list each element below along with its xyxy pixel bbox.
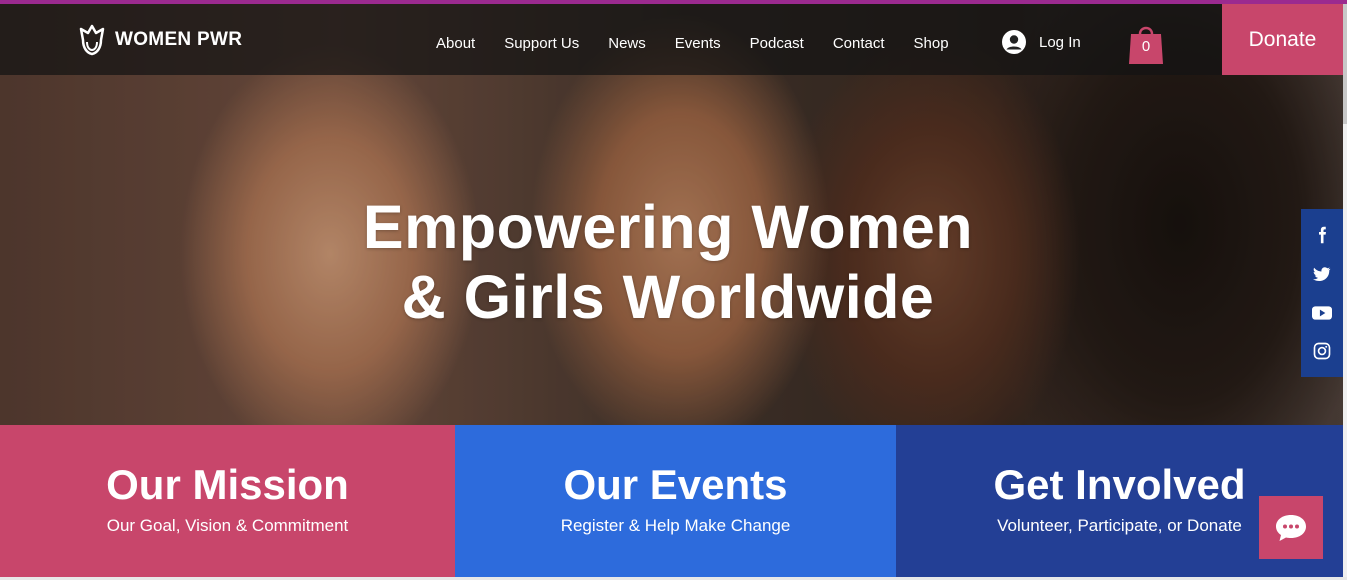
nav-item-support-us[interactable]: Support Us — [504, 35, 579, 52]
nav-item-about[interactable]: About — [436, 35, 475, 52]
hero-headline: Empowering Women & Girls Worldwide — [300, 192, 1036, 332]
twitter-icon[interactable] — [1313, 265, 1331, 283]
chat-bubble-icon — [1276, 514, 1306, 541]
nav-item-events[interactable]: Events — [675, 35, 721, 52]
hero-headline-line-1: Empowering Women — [362, 193, 974, 261]
page-scrollbar-thumb[interactable] — [1343, 4, 1347, 124]
facebook-icon[interactable] — [1313, 226, 1331, 244]
mission-subtitle: Our Goal, Vision & Commitment — [106, 516, 349, 535]
chat-button[interactable] — [1259, 496, 1323, 559]
events-subtitle: Register & Help Make Change — [560, 516, 791, 535]
mission-title: Our Mission — [106, 461, 349, 508]
events-title: Our Events — [563, 461, 788, 508]
cart-button[interactable]: 0 — [1129, 22, 1163, 66]
hero-headline-line-2: & Girls Worldwide — [401, 263, 935, 331]
login-button[interactable]: Log In — [1002, 30, 1081, 54]
donate-button[interactable]: Donate — [1222, 4, 1343, 75]
login-label: Log In — [1039, 33, 1081, 51]
nav-item-news[interactable]: News — [608, 35, 646, 52]
nav-item-shop[interactable]: Shop — [914, 35, 949, 52]
main-nav: About Support Us News Events Podcast Con… — [436, 35, 978, 52]
site-header: WOMEN PWR About Support Us News Events P… — [0, 4, 1343, 75]
nav-item-contact[interactable]: Contact — [833, 35, 885, 52]
crown-flower-icon — [79, 24, 105, 56]
user-avatar-icon — [1002, 30, 1026, 54]
nav-item-podcast[interactable]: Podcast — [750, 35, 804, 52]
cart-count: 0 — [1141, 38, 1151, 55]
brand-logo[interactable]: WOMEN PWR — [79, 24, 242, 56]
brand-name: WOMEN PWR — [115, 29, 243, 50]
instagram-icon[interactable] — [1313, 342, 1331, 360]
events-panel[interactable]: Our Events Register & Help Make Change — [455, 425, 896, 577]
social-bar — [1301, 209, 1343, 377]
youtube-icon[interactable] — [1312, 305, 1332, 321]
mission-panel[interactable]: Our Mission Our Goal, Vision & Commitmen… — [0, 425, 455, 577]
